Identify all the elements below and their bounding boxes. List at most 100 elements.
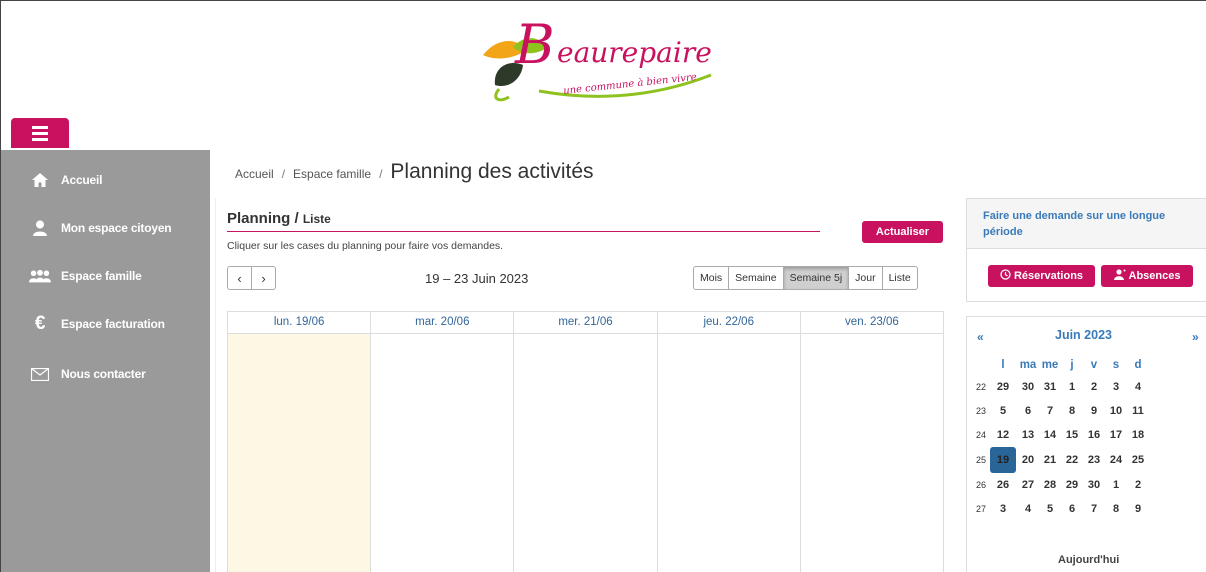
mini-calendar-day[interactable]: 2 xyxy=(1127,473,1149,497)
menu-toggle-button[interactable] xyxy=(11,118,69,148)
mini-calendar-day[interactable]: 1 xyxy=(1061,375,1083,399)
mini-calendar-day[interactable]: 15 xyxy=(1061,423,1083,447)
breadcrumb-link-accueil[interactable]: Accueil xyxy=(235,167,274,181)
mini-calendar-day[interactable]: 3 xyxy=(1105,375,1127,399)
mini-calendar-day[interactable]: 21 xyxy=(1039,447,1061,473)
absences-button[interactable]: Absences xyxy=(1101,265,1193,287)
sidebar-item-nous-contacter[interactable]: Nous contacter xyxy=(1,356,210,392)
mini-calendar-day[interactable]: 5 xyxy=(989,399,1017,423)
sidebar-item-label: Mon espace citoyen xyxy=(61,221,172,235)
mini-calendar-day[interactable]: 28 xyxy=(1039,473,1061,497)
next-week-button[interactable]: › xyxy=(251,266,276,290)
beaurepaire-logo[interactable]: B eaurepaire une commune à bien vivre xyxy=(479,7,749,107)
sidebar-item-label: Espace famille xyxy=(61,269,142,283)
breadcrumb-separator: / xyxy=(281,167,286,181)
mini-calendar-day[interactable]: 6 xyxy=(1017,399,1039,423)
day-cell-today[interactable] xyxy=(228,334,372,572)
mini-calendar-day[interactable]: 24 xyxy=(1105,447,1127,473)
hamburger-icon-bar xyxy=(32,131,48,135)
breadcrumb-separator: / xyxy=(379,167,383,181)
week-number: 23 xyxy=(975,406,986,416)
mini-calendar-day[interactable]: 7 xyxy=(1083,497,1105,521)
mini-calendar-day[interactable]: 3 xyxy=(989,497,1017,521)
day-cell[interactable] xyxy=(514,334,658,572)
day-cell[interactable] xyxy=(658,334,801,572)
day-header[interactable]: ven. 23/06 xyxy=(801,312,943,333)
view-week5-button[interactable]: Semaine 5j xyxy=(783,266,850,290)
sidebar-item-espace-famille[interactable]: Espace famille xyxy=(1,258,210,294)
mini-calendar-day[interactable]: 17 xyxy=(1105,423,1127,447)
mini-calendar-day[interactable]: 8 xyxy=(1061,399,1083,423)
mini-calendar-week-row: 25 19 20 21 22 23 24 25 xyxy=(973,447,1149,473)
mini-calendar-day[interactable]: 20 xyxy=(1017,447,1039,473)
mini-calendar-day[interactable]: 9 xyxy=(1127,497,1149,521)
mini-calendar-day[interactable]: 30 xyxy=(1083,473,1105,497)
mini-calendar-day[interactable]: 30 xyxy=(1017,375,1039,399)
sidebar-item-accueil[interactable]: Accueil xyxy=(1,162,210,198)
mini-calendar-day[interactable]: 29 xyxy=(1061,473,1083,497)
week-calendar: lun. 19/06 mar. 20/06 mer. 21/06 jeu. 22… xyxy=(227,311,944,572)
mini-calendar-day[interactable]: 8 xyxy=(1105,497,1127,521)
day-header[interactable]: mer. 21/06 xyxy=(514,312,658,333)
prev-week-button[interactable]: ‹ xyxy=(227,266,252,290)
mini-calendar-day[interactable]: 9 xyxy=(1083,399,1105,423)
sidebar-item-label: Espace facturation xyxy=(61,317,165,331)
reservations-button[interactable]: Réservations xyxy=(988,265,1095,287)
sidebar-item-espace-facturation[interactable]: € Espace facturation xyxy=(1,306,210,342)
mini-calendar-day-selected[interactable]: 19 xyxy=(989,447,1017,473)
mini-calendar-day[interactable]: 23 xyxy=(1083,447,1105,473)
today-button[interactable]: Aujourd'hui xyxy=(1058,554,1119,566)
mini-calendar-day[interactable]: 26 xyxy=(989,473,1017,497)
mini-calendar-week-row: 22 29 30 31 1 2 3 4 xyxy=(973,375,1149,399)
sidebar-item-label: Nous contacter xyxy=(61,367,146,381)
weekday-header: s xyxy=(1112,359,1120,371)
day-cell[interactable] xyxy=(801,334,943,572)
person-icon xyxy=(29,218,51,238)
mini-calendar-day[interactable]: 27 xyxy=(1017,473,1039,497)
mini-calendar-day[interactable]: 14 xyxy=(1039,423,1061,447)
clock-icon xyxy=(1000,269,1011,283)
mini-calendar-day[interactable]: 6 xyxy=(1061,497,1083,521)
home-icon xyxy=(29,170,51,190)
hamburger-icon-bar xyxy=(32,137,48,141)
reservations-label: Réservations xyxy=(1013,270,1084,282)
mini-calendar-day[interactable]: 2 xyxy=(1083,375,1105,399)
mini-calendar-day[interactable]: 22 xyxy=(1061,447,1083,473)
day-cell[interactable] xyxy=(371,334,515,572)
view-day-button[interactable]: Jour xyxy=(849,266,883,290)
mini-calendar-day[interactable]: 31 xyxy=(1039,375,1061,399)
week-number: 25 xyxy=(975,455,986,465)
mini-calendar-next-button[interactable]: » xyxy=(1192,330,1199,344)
refresh-button[interactable]: Actualiser xyxy=(862,221,943,243)
euro-icon: € xyxy=(34,313,46,334)
view-month-button[interactable]: Mois xyxy=(693,266,730,290)
breadcrumb-link-espace-famille[interactable]: Espace famille xyxy=(293,167,371,181)
sidebar-item-mon-espace-citoyen[interactable]: Mon espace citoyen xyxy=(1,210,210,246)
mini-calendar-day[interactable]: 25 xyxy=(1127,447,1149,473)
absences-label: Absences xyxy=(1128,270,1181,282)
view-list-button[interactable]: Liste xyxy=(882,266,918,290)
mini-calendar-day[interactable]: 4 xyxy=(1017,497,1039,521)
mini-calendar-day[interactable]: 16 xyxy=(1083,423,1105,447)
mini-calendar-day[interactable]: 1 xyxy=(1105,473,1127,497)
view-week-button[interactable]: Semaine xyxy=(729,266,784,290)
mini-calendar-day[interactable]: 10 xyxy=(1105,399,1127,423)
weekday-header: me xyxy=(1041,359,1059,371)
request-panel-title[interactable]: Faire une demande sur une longue période xyxy=(983,208,1183,240)
mini-calendar-day[interactable]: 11 xyxy=(1127,399,1149,423)
week-number: 27 xyxy=(975,504,986,514)
mini-calendar-day[interactable]: 12 xyxy=(989,423,1017,447)
day-header[interactable]: jeu. 22/06 xyxy=(658,312,801,333)
mini-calendar-day[interactable]: 29 xyxy=(989,375,1017,399)
mini-calendar-day[interactable]: 18 xyxy=(1127,423,1149,447)
day-header[interactable]: mar. 20/06 xyxy=(371,312,515,333)
mini-calendar-week-row: 27 3 4 5 6 7 8 9 xyxy=(973,497,1149,521)
mini-calendar-day[interactable]: 4 xyxy=(1127,375,1149,399)
planning-panel: Planning / Liste Cliquer sur les cases d… xyxy=(215,198,950,572)
mini-calendar-prev-button[interactable]: « xyxy=(977,330,984,344)
mini-calendar-day[interactable]: 13 xyxy=(1017,423,1039,447)
mini-calendar-day[interactable]: 5 xyxy=(1039,497,1061,521)
day-header[interactable]: lun. 19/06 xyxy=(228,312,372,333)
mini-calendar-day[interactable]: 7 xyxy=(1039,399,1061,423)
mini-calendar-title[interactable]: Juin 2023 xyxy=(1055,328,1112,342)
